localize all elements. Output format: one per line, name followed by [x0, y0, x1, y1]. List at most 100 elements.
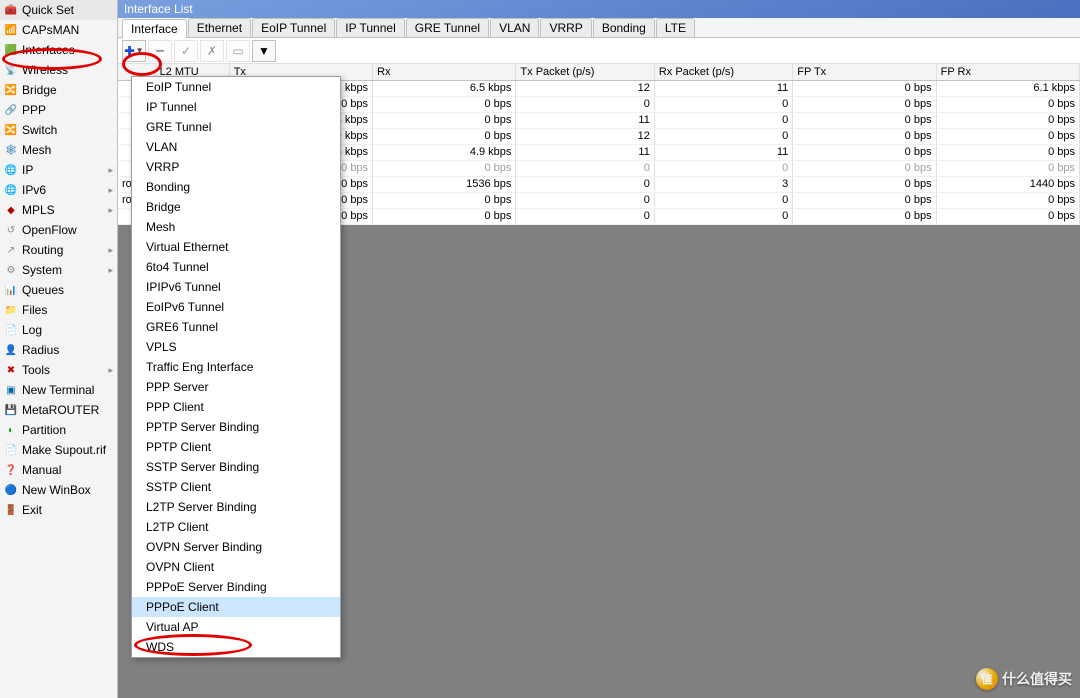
dropdown-item-eoipv6-tunnel[interactable]: EoIPv6 Tunnel	[132, 297, 340, 317]
dropdown-item-sstp-client[interactable]: SSTP Client	[132, 477, 340, 497]
sidebar-icon: 💾	[4, 403, 18, 417]
dropdown-item-6to4-tunnel[interactable]: 6to4 Tunnel	[132, 257, 340, 277]
sidebar-item-queues[interactable]: 📊Queues	[0, 280, 117, 300]
dropdown-item-ip-tunnel[interactable]: IP Tunnel	[132, 97, 340, 117]
table-cell: 0 bps	[373, 112, 516, 128]
dropdown-item-pppoe-client[interactable]: PPPoE Client	[132, 597, 340, 617]
dropdown-item-gre6-tunnel[interactable]: GRE6 Tunnel	[132, 317, 340, 337]
table-cell: 0 bps	[373, 160, 516, 176]
dropdown-item-l2tp-server-binding[interactable]: L2TP Server Binding	[132, 497, 340, 517]
sidebar-item-new-winbox[interactable]: 🔵New WinBox	[0, 480, 117, 500]
sidebar-item-exit[interactable]: 🚪Exit	[0, 500, 117, 520]
dropdown-item-vlan[interactable]: VLAN	[132, 137, 340, 157]
sidebar-item-log[interactable]: 📄Log	[0, 320, 117, 340]
table-cell: 0 bps	[793, 160, 936, 176]
tab-ethernet[interactable]: Ethernet	[188, 18, 251, 37]
dropdown-item-l2tp-client[interactable]: L2TP Client	[132, 517, 340, 537]
chevron-right-icon: ▸	[108, 365, 113, 376]
sidebar-item-bridge[interactable]: 🔀Bridge	[0, 80, 117, 100]
sidebar-item-metarouter[interactable]: 💾 MetaROUTER	[0, 400, 117, 420]
dropdown-item-bonding[interactable]: Bonding	[132, 177, 340, 197]
dropdown-item-virtual-ap[interactable]: Virtual AP	[132, 617, 340, 637]
sidebar-item-partition[interactable]: ◐Partition	[0, 420, 117, 440]
dropdown-item-virtual-ethernet[interactable]: Virtual Ethernet	[132, 237, 340, 257]
table-header-cell[interactable]: Rx	[373, 64, 516, 80]
dropdown-item-ovpn-server-binding[interactable]: OVPN Server Binding	[132, 537, 340, 557]
sidebar-item-mpls[interactable]: ◆MPLS▸	[0, 200, 117, 220]
table-cell: 11	[516, 144, 654, 160]
table-cell: 4.9 kbps	[373, 144, 516, 160]
sidebar-item-switch[interactable]: 🔀Switch	[0, 120, 117, 140]
remove-button[interactable]: ━	[148, 40, 172, 62]
tab-interface[interactable]: Interface	[122, 19, 187, 38]
sidebar-item-routing[interactable]: ↗Routing▸	[0, 240, 117, 260]
tab-gre-tunnel[interactable]: GRE Tunnel	[406, 18, 489, 37]
table-cell: 0	[654, 208, 792, 224]
dropdown-item-ipipv6-tunnel[interactable]: IPIPv6 Tunnel	[132, 277, 340, 297]
dropdown-item-vpls[interactable]: VPLS	[132, 337, 340, 357]
sidebar-item-radius[interactable]: 👤 Radius	[0, 340, 117, 360]
sidebar-label: MetaROUTER	[22, 403, 113, 417]
dropdown-item-vrrp[interactable]: VRRP	[132, 157, 340, 177]
dropdown-item-traffic-eng-interface[interactable]: Traffic Eng Interface	[132, 357, 340, 377]
sidebar-item-tools[interactable]: ✖Tools▸	[0, 360, 117, 380]
sidebar-item-system[interactable]: ⚙System▸	[0, 260, 117, 280]
table-header-cell[interactable]: Rx Packet (p/s)	[654, 64, 792, 80]
sidebar-icon: 👤	[4, 343, 18, 357]
funnel-icon: ▼	[258, 44, 270, 58]
dropdown-item-sstp-server-binding[interactable]: SSTP Server Binding	[132, 457, 340, 477]
sidebar-item-wireless[interactable]: 📡Wireless	[0, 60, 117, 80]
tab-bonding[interactable]: Bonding	[593, 18, 655, 37]
dropdown-item-mesh[interactable]: Mesh	[132, 217, 340, 237]
sidebar-icon: ◆	[4, 203, 18, 217]
dropdown-item-pptp-client[interactable]: PPTP Client	[132, 437, 340, 457]
dropdown-item-wds[interactable]: WDS	[132, 637, 340, 657]
dropdown-item-ppp-server[interactable]: PPP Server	[132, 377, 340, 397]
sidebar-item-make-supout-rif[interactable]: 📄Make Supout.rif	[0, 440, 117, 460]
sidebar-item-new-terminal[interactable]: ▣New Terminal	[0, 380, 117, 400]
dropdown-item-eoip-tunnel[interactable]: EoIP Tunnel	[132, 77, 340, 97]
sidebar-icon: 🔀	[4, 83, 18, 97]
table-cell: 0 bps	[936, 144, 1079, 160]
table-cell: 1440 bps	[936, 176, 1079, 192]
filter-button[interactable]: ▼	[252, 40, 276, 62]
sidebar-label: Radius	[22, 343, 113, 357]
table-cell: 0 bps	[373, 208, 516, 224]
tab-vlan[interactable]: VLAN	[490, 18, 539, 37]
tab-eoip-tunnel[interactable]: EoIP Tunnel	[252, 18, 335, 37]
table-header-cell[interactable]: Tx Packet (p/s)	[516, 64, 654, 80]
disable-button[interactable]: ✗	[200, 40, 224, 62]
dropdown-item-ovpn-client[interactable]: OVPN Client	[132, 557, 340, 577]
dropdown-item-pppoe-server-binding[interactable]: PPPoE Server Binding	[132, 577, 340, 597]
chevron-down-icon: ▼	[136, 46, 144, 55]
sidebar-item-quick-set[interactable]: 🧰Quick Set	[0, 0, 117, 20]
dropdown-item-bridge[interactable]: Bridge	[132, 197, 340, 217]
enable-button[interactable]: ✓	[174, 40, 198, 62]
sidebar-item-ipv6[interactable]: 🌐IPv6▸	[0, 180, 117, 200]
comment-button[interactable]: ▭	[226, 40, 250, 62]
table-header-cell[interactable]: FP Tx	[793, 64, 936, 80]
dropdown-item-pptp-server-binding[interactable]: PPTP Server Binding	[132, 417, 340, 437]
table-cell: 0	[654, 96, 792, 112]
sidebar-item-openflow[interactable]: ↺OpenFlow	[0, 220, 117, 240]
table-header-cell[interactable]: FP Rx	[936, 64, 1079, 80]
table-cell: 11	[654, 144, 792, 160]
dropdown-item-ppp-client[interactable]: PPP Client	[132, 397, 340, 417]
sidebar-icon: ↺	[4, 223, 18, 237]
table-cell: 0 bps	[793, 192, 936, 208]
sidebar-item-capsman[interactable]: 📶CAPsMAN	[0, 20, 117, 40]
sidebar-item-files[interactable]: 📁Files	[0, 300, 117, 320]
chevron-right-icon: ▸	[108, 265, 113, 276]
sidebar-item-mesh[interactable]: 🕸Mesh	[0, 140, 117, 160]
sidebar-item-interfaces[interactable]: 🟩Interfaces	[0, 40, 117, 60]
add-button[interactable]: ✚▼	[122, 40, 146, 62]
table-cell: 0	[516, 208, 654, 224]
sidebar-item-ppp[interactable]: 🔗PPP	[0, 100, 117, 120]
sidebar-item-ip[interactable]: 🌐IP▸	[0, 160, 117, 180]
sidebar-icon: 📡	[4, 63, 18, 77]
tab-vrrp[interactable]: VRRP	[540, 18, 591, 37]
dropdown-item-gre-tunnel[interactable]: GRE Tunnel	[132, 117, 340, 137]
sidebar-item-manual[interactable]: ❓Manual	[0, 460, 117, 480]
tab-lte[interactable]: LTE	[656, 18, 695, 37]
tab-ip-tunnel[interactable]: IP Tunnel	[336, 18, 404, 37]
